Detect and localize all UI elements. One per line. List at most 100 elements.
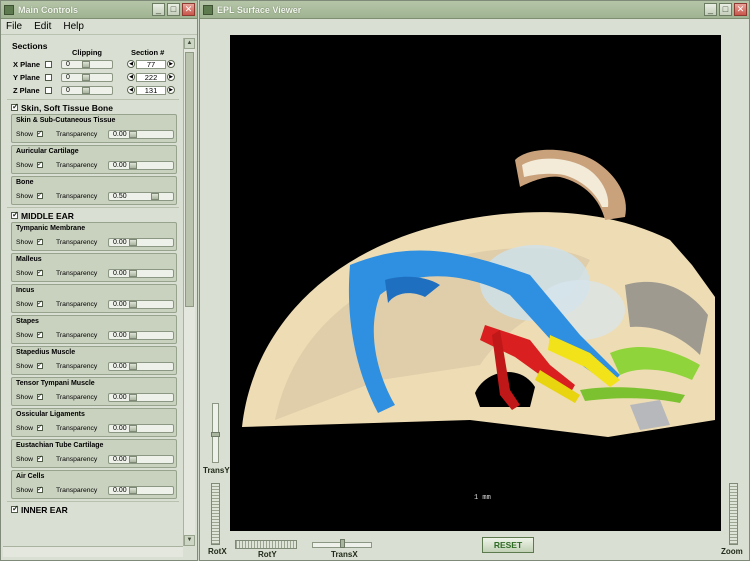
transparency-slider-thumb[interactable] [129,301,137,308]
transparency-slider-thumb[interactable] [129,487,137,494]
section-number-value[interactable]: 77 [136,59,166,69]
show-checkbox[interactable] [37,392,43,400]
show-checkbox[interactable] [37,237,43,245]
horizontal-scrollbar[interactable] [3,546,183,557]
window-title: EPL Surface Viewer [217,4,302,15]
show-checkbox[interactable] [37,299,43,307]
roty-label: RotY [258,550,277,559]
transx-slider[interactable] [312,539,372,548]
clipping-slider-thumb[interactable] [82,61,90,68]
transparency-slider[interactable]: 0.00 [108,455,174,464]
group-header[interactable]: MIDDLE EAR [3,208,183,222]
show-checkbox[interactable] [37,191,43,199]
clipping-slider[interactable]: 0 [61,73,113,82]
structure-panel: Stapedius Muscle Show Transparency 0.00 [11,346,177,375]
minimize-button[interactable]: _ [704,3,717,16]
maximize-button[interactable]: □ [167,3,180,16]
decrement-icon[interactable]: ◀ [127,60,135,68]
vertical-scrollbar[interactable]: ▲ ▼ [183,38,195,546]
transparency-slider[interactable]: 0.00 [108,238,174,247]
plane-checkbox[interactable] [45,87,52,94]
transparency-slider[interactable]: 0.50 [108,192,174,201]
transparency-slider[interactable]: 0.00 [108,424,174,433]
minimize-button[interactable]: _ [152,3,165,16]
transparency-slider[interactable]: 0.00 [108,393,174,402]
group-checkbox[interactable] [11,210,19,219]
menu-file[interactable]: File [6,21,22,32]
menu-edit[interactable]: Edit [34,21,51,32]
transy-slider-thumb[interactable] [211,432,220,437]
show-checkbox[interactable] [37,423,43,431]
viewer-titlebar[interactable]: EPL Surface Viewer _ □ ✕ [200,1,749,19]
structure-panel: Tympanic Membrane Show Transparency 0.00 [11,222,177,251]
show-label: Show [16,425,34,432]
scroll-thumb[interactable] [185,52,194,307]
reset-button[interactable]: RESET [482,537,534,553]
transparency-slider-thumb[interactable] [129,456,137,463]
section-spinner[interactable]: ◀ 77 ▶ [127,59,175,69]
clipping-slider[interactable]: 0 [61,86,113,95]
transparency-slider[interactable]: 0.00 [108,130,174,139]
transparency-slider[interactable]: 0.00 [108,300,174,309]
transparency-slider-thumb[interactable] [129,162,137,169]
transparency-slider-thumb[interactable] [129,239,137,246]
roty-thumbwheel[interactable] [235,540,297,549]
section-number-value[interactable]: 131 [136,85,166,95]
show-checkbox[interactable] [37,160,43,168]
transparency-slider-thumb[interactable] [129,131,137,138]
main-controls-titlebar[interactable]: Main Controls _ □ ✕ [1,1,197,19]
menu-bar: File Edit Help [1,19,197,35]
increment-icon[interactable]: ▶ [167,86,175,94]
group-checkbox[interactable] [11,504,19,513]
group-label: MIDDLE EAR [21,210,74,221]
decrement-icon[interactable]: ◀ [127,86,135,94]
group-header[interactable]: INNER EAR [3,502,183,516]
transy-slider[interactable] [211,403,220,463]
transparency-slider-thumb[interactable] [151,193,159,200]
zoom-thumbwheel[interactable] [729,483,738,545]
group-header[interactable]: Skin, Soft Tissue Bone [3,100,183,114]
scroll-up-icon[interactable]: ▲ [184,38,195,49]
transparency-slider-thumb[interactable] [129,332,137,339]
transparency-slider[interactable]: 0.00 [108,331,174,340]
clipping-slider-thumb[interactable] [82,87,90,94]
structure-name: Incus [16,287,35,294]
clipping-column-label: Clipping [72,48,102,57]
3d-viewport[interactable]: 1 mm [230,35,721,531]
maximize-button[interactable]: □ [719,3,732,16]
decrement-icon[interactable]: ◀ [127,73,135,81]
plane-label: Z Plane [13,86,40,95]
section-spinner[interactable]: ◀ 222 ▶ [127,72,175,82]
show-checkbox[interactable] [37,485,43,493]
transparency-slider[interactable]: 0.00 [108,161,174,170]
transparency-slider[interactable]: 0.00 [108,486,174,495]
rotx-thumbwheel[interactable] [211,483,220,545]
group-checkbox[interactable] [11,102,19,111]
plane-checkbox[interactable] [45,61,52,68]
transparency-slider[interactable]: 0.00 [108,362,174,371]
increment-icon[interactable]: ▶ [167,60,175,68]
show-checkbox[interactable] [37,330,43,338]
section-spinner[interactable]: ◀ 131 ▶ [127,85,175,95]
show-checkbox[interactable] [37,361,43,369]
close-button[interactable]: ✕ [182,3,195,16]
show-checkbox[interactable] [37,268,43,276]
plane-checkbox[interactable] [45,74,52,81]
transparency-slider-thumb[interactable] [129,394,137,401]
transparency-slider[interactable]: 0.00 [108,269,174,278]
clipping-slider[interactable]: 0 [61,60,113,69]
increment-icon[interactable]: ▶ [167,73,175,81]
plane-label: X Plane [13,60,41,69]
transparency-slider-thumb[interactable] [129,363,137,370]
transparency-slider-thumb[interactable] [129,425,137,432]
show-label: Show [16,456,34,463]
scroll-down-icon[interactable]: ▼ [184,535,195,546]
clipping-slider-thumb[interactable] [82,74,90,81]
close-button[interactable]: ✕ [734,3,747,16]
show-checkbox[interactable] [37,129,43,137]
transx-slider-thumb[interactable] [340,539,345,548]
transparency-slider-thumb[interactable] [129,270,137,277]
menu-help[interactable]: Help [63,21,84,32]
show-checkbox[interactable] [37,454,43,462]
section-number-value[interactable]: 222 [136,72,166,82]
